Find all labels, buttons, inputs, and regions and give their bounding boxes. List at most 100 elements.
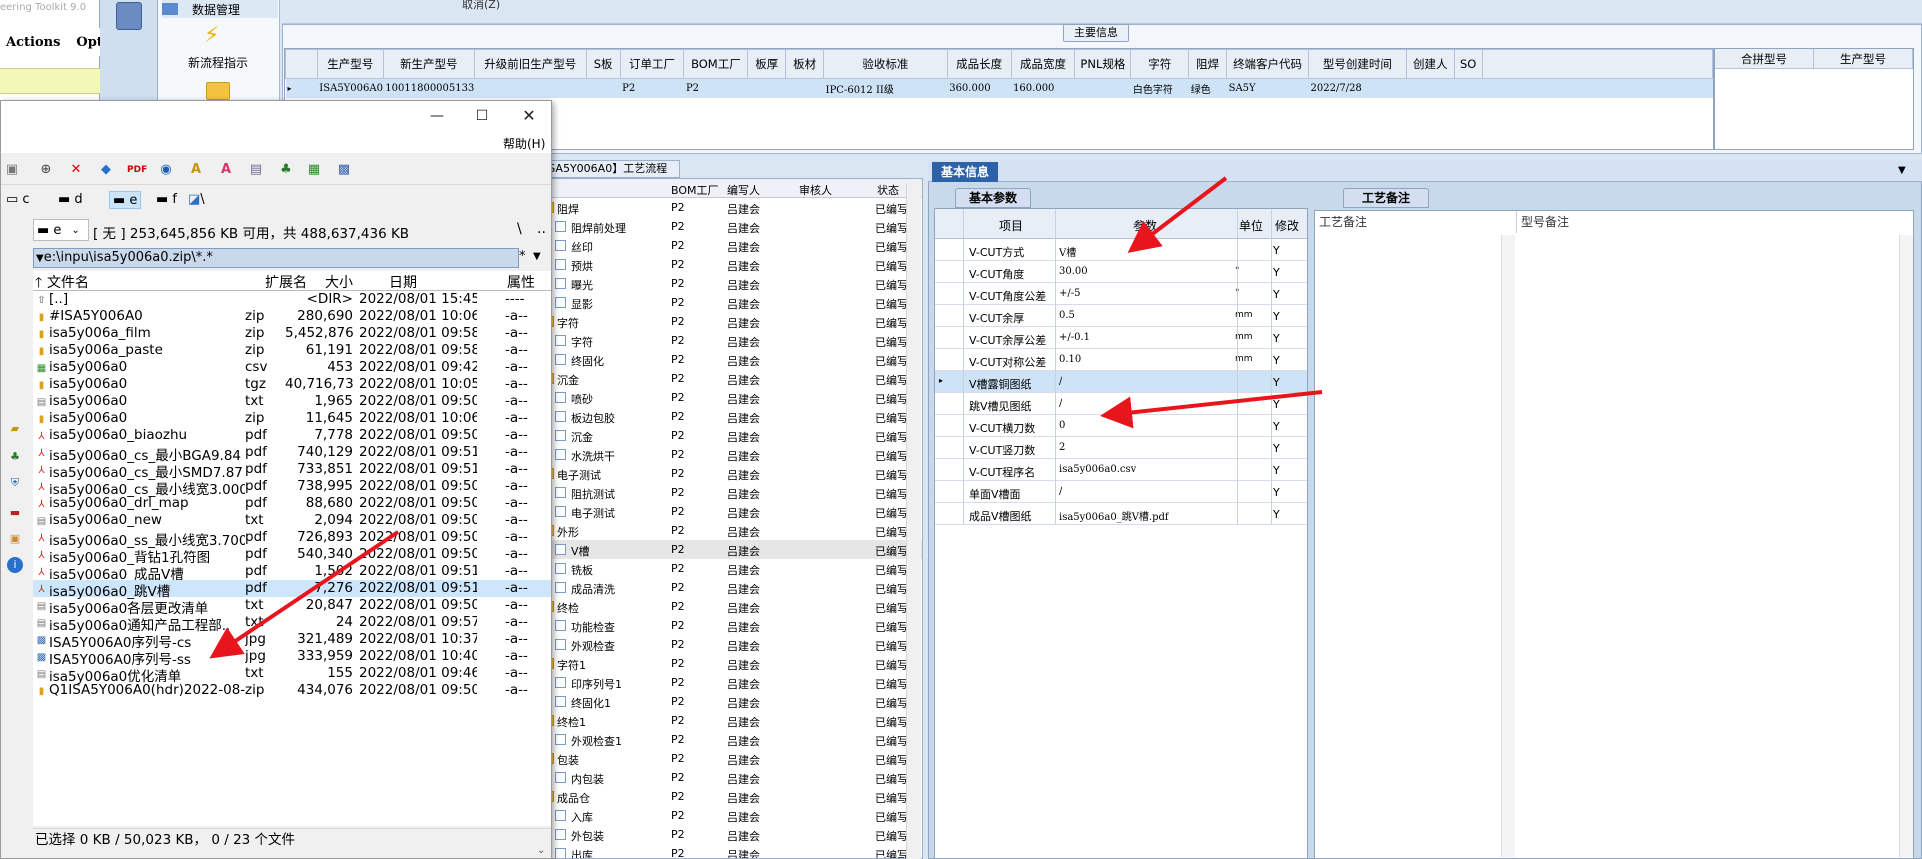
- process-col-header[interactable]: 状态: [877, 182, 899, 198]
- param-row[interactable]: V-CUT角度公差+/-5°Y: [935, 283, 1307, 305]
- param-value[interactable]: 2: [1059, 442, 1065, 453]
- file-row[interactable]: ⅄ isa5y006a0_跳V槽 pdf 7,276 2022/08/01 09:51-…: [33, 580, 551, 600]
- col-header[interactable]: 终端客户代码: [1226, 49, 1310, 79]
- param-col-header[interactable]: 参数: [1133, 217, 1157, 234]
- grid-cell[interactable]: [1074, 78, 1131, 98]
- grid-cell[interactable]: 160.000: [1011, 78, 1075, 98]
- basic-params-tab[interactable]: 基本参数: [955, 188, 1031, 208]
- param-value[interactable]: isa5y006a0_跳V槽.pdf: [1059, 508, 1169, 523]
- grid-cell[interactable]: P2: [620, 78, 684, 98]
- process-row[interactable]: 包装 P2 吕建会 已编写: [541, 749, 922, 768]
- process-row[interactable]: 阻焊 P2 吕建会 已编写: [541, 198, 922, 217]
- process-row[interactable]: 沉金 P2 吕建会 已编写: [541, 426, 922, 445]
- nav-new-flow[interactable]: 新流程指示: [188, 54, 248, 71]
- param-value[interactable]: /: [1059, 398, 1062, 409]
- param-col-header[interactable]: 单位: [1239, 217, 1263, 234]
- file-row[interactable]: ▤ isa5y006a0 txt 1,965 2022/08/01 09:50 -a--: [33, 393, 551, 410]
- col-header[interactable]: 生产型号: [316, 49, 384, 79]
- menu-help[interactable]: 帮助(H): [503, 135, 545, 152]
- rename-icon[interactable]: A: [187, 161, 205, 179]
- process-col-header[interactable]: 编写人: [727, 182, 760, 198]
- file-row[interactable]: ⅄ isa5y006a0_cs_最小线宽3.000 pdf 738,995 2022/0…: [33, 478, 551, 498]
- folder-icon[interactable]: ▰: [7, 421, 23, 437]
- grid-cell[interactable]: SA5Y: [1226, 78, 1309, 98]
- process-row[interactable]: 外形 P2 吕建会 已编写: [541, 521, 922, 540]
- process-row[interactable]: 出库 P2 吕建会 已编写: [541, 844, 922, 858]
- text-icon[interactable]: A: [217, 161, 235, 179]
- col-header[interactable]: 生产型号: [1814, 49, 1913, 68]
- cancel-button[interactable]: 取消(Z): [462, 0, 500, 12]
- col-header[interactable]: 板厚: [747, 49, 787, 79]
- grid-cell[interactable]: [474, 78, 587, 98]
- file-row[interactable]: ⅄ isa5y006a0_cs_最小SMD7.87 pdf 733,851 2022/0…: [33, 461, 551, 481]
- param-col-header[interactable]: 修改: [1275, 217, 1299, 234]
- collapse-arrow-icon[interactable]: ▼: [1898, 165, 1906, 176]
- col-header[interactable]: 新生产型号: [382, 49, 475, 79]
- process-row[interactable]: V槽 P2 吕建会 已编写: [541, 540, 922, 559]
- param-row[interactable]: V-CUT余厚公差 +/-0.1 mm Y: [935, 327, 1307, 349]
- col-header[interactable]: 板材: [785, 49, 825, 79]
- process-row[interactable]: 终检1 P2 吕建会 已编写: [541, 711, 922, 730]
- col-date[interactable]: 日期: [389, 272, 417, 292]
- process-flow-tab[interactable]: ISA5Y006A0】工艺流程: [540, 160, 680, 178]
- process-row[interactable]: 终检 P2 吕建会 已编写: [541, 597, 922, 616]
- process-row[interactable]: 丝印 P2 吕建会 已编写: [541, 236, 922, 255]
- grid-cell[interactable]: ISA5Y006A0: [317, 78, 384, 98]
- col-header[interactable]: 成品宽度: [1010, 49, 1076, 79]
- file-row[interactable]: ⅄ isa5y006a0_成品V槽 pdf 1,502 2022/08/01 09:51…: [33, 563, 551, 583]
- excel-icon[interactable]: ▦: [305, 161, 323, 179]
- process-row[interactable]: 电子测试 P2 吕建会 已编写: [541, 502, 922, 521]
- process-row[interactable]: 字符 P2 吕建会 已编写: [541, 331, 922, 350]
- process-row[interactable]: 阻焊前处理 P2 吕建会 已编写: [541, 217, 922, 236]
- filter-star[interactable]: *: [519, 249, 526, 264]
- grid-cell[interactable]: [785, 78, 824, 98]
- process-row[interactable]: 铣板 P2 吕建会 已编写: [541, 559, 922, 578]
- info-icon[interactable]: i: [7, 557, 23, 573]
- param-row[interactable]: V-CUT程序名 isa5y006a0.csv Y: [935, 459, 1307, 481]
- col-ext[interactable]: 扩展名: [265, 272, 307, 292]
- param-row[interactable]: V-CUT横刀数 0 Y: [935, 415, 1307, 437]
- param-row[interactable]: V-CUT对称公差 0.10 mm Y: [935, 349, 1307, 371]
- file-row[interactable]: ▩ ISA5Y006A0序列号-cs jpg 321,489 2022/08/01 10…: [33, 631, 551, 651]
- process-row[interactable]: 终固化 P2 吕建会 已编写: [541, 350, 922, 369]
- file-row[interactable]: ⇧ [..] <DIR> 2022/08/01 15:45 ----: [33, 291, 551, 308]
- grid-cell[interactable]: [747, 78, 786, 98]
- process-row[interactable]: 成品仓 P2 吕建会 已编写: [541, 787, 922, 806]
- col-header[interactable]: SO: [1453, 49, 1483, 79]
- col-header[interactable]: BOM工厂: [683, 49, 749, 79]
- share-icon[interactable]: ♣: [277, 161, 295, 179]
- param-row[interactable]: V-CUT竖刀数 2 Y: [935, 437, 1307, 459]
- process-row[interactable]: 沉金 P2 吕建会 已编写: [541, 369, 922, 388]
- network-drive-button[interactable]: ◪\: [185, 191, 208, 209]
- param-value[interactable]: 0.5: [1059, 310, 1075, 321]
- param-value[interactable]: V槽: [1059, 244, 1076, 259]
- col-header[interactable]: 创建人: [1405, 49, 1455, 79]
- param-col-header[interactable]: 项目: [999, 217, 1023, 234]
- process-row[interactable]: 电子测试 P2 吕建会 已编写: [541, 464, 922, 483]
- param-value[interactable]: isa5y006a0.csv: [1059, 464, 1136, 475]
- grid-cell[interactable]: 10011800005133: [383, 78, 475, 98]
- settings-icon[interactable]: ▩: [335, 161, 353, 179]
- grid-cell[interactable]: [586, 78, 621, 98]
- process-row[interactable]: 显影 P2 吕建会 已编写: [541, 293, 922, 312]
- table-row[interactable]: ▸ ISA5Y006A0 10011800005133 P2 P2 IPC-60…: [285, 78, 1713, 98]
- col-header[interactable]: 成品长度: [946, 49, 1012, 79]
- close-icon[interactable]: ✕: [519, 106, 539, 126]
- process-col-header[interactable]: 审核人: [799, 182, 832, 198]
- grid-cell[interactable]: IPC-6012 II级: [823, 78, 948, 98]
- file-row[interactable]: ⅄ isa5y006a0_cs_最小BGA9.84 pdf 740,129 2022/0…: [33, 444, 551, 464]
- drive-e-button[interactable]: ▬ e: [109, 191, 142, 209]
- file-row[interactable]: ▤ isa5y006a0优化清单 txt 155 2022/08/01 09:46 -a-…: [33, 665, 551, 685]
- param-value[interactable]: 0: [1059, 420, 1065, 431]
- col-header[interactable]: 合拼型号: [1715, 49, 1814, 68]
- root-button[interactable]: \: [517, 221, 522, 237]
- refresh-icon[interactable]: ◉: [157, 161, 175, 179]
- file-row[interactable]: ▦ isa5y006a0 csv 453 2022/08/01 09:42 -a--: [33, 359, 551, 376]
- grid-cell[interactable]: P2: [683, 78, 748, 98]
- drive-select[interactable]: ▬ e ⌄: [33, 219, 89, 241]
- process-row[interactable]: 外观检查1 P2 吕建会 已编写: [541, 730, 922, 749]
- maximize-icon[interactable]: ☐: [472, 106, 492, 126]
- resize-chevron-icon[interactable]: ⌄: [537, 845, 545, 856]
- param-row[interactable]: ▸ V槽露铜图纸 / Y: [935, 371, 1307, 393]
- process-row[interactable]: 喷砂 P2 吕建会 已编写: [541, 388, 922, 407]
